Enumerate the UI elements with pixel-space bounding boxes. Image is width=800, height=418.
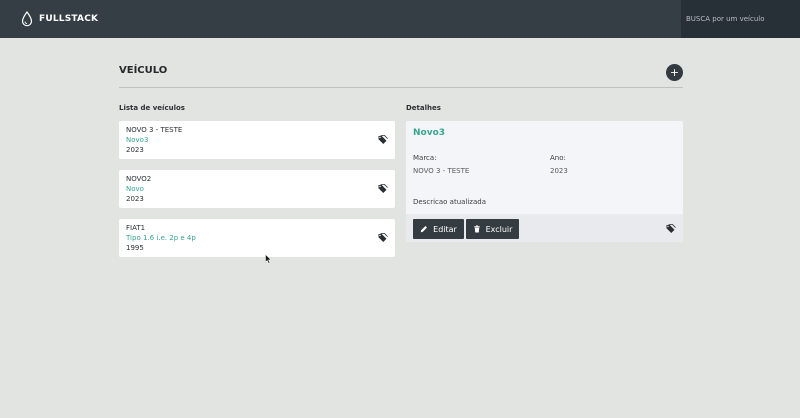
vehicle-title: NOVO 3 - TESTE — [126, 126, 183, 134]
top-navbar: FULLSTACK — [0, 0, 800, 38]
vehicle-year: 1995 — [126, 244, 144, 252]
tag-icon[interactable] — [666, 224, 676, 234]
delete-button-label: Excluir — [485, 224, 513, 234]
vehicle-model: Novo3 — [126, 136, 149, 144]
vehicle-list-item[interactable]: FIAT1 Tipo 1.6 i.e. 2p e 4p 1995 — [119, 219, 395, 257]
details-title: Novo3 — [413, 128, 446, 138]
vehicle-model: Novo — [126, 185, 144, 193]
header-divider — [119, 87, 683, 88]
search-box — [681, 0, 800, 38]
brand[interactable]: FULLSTACK — [21, 11, 98, 27]
pencil-icon — [420, 225, 428, 233]
edit-button-label: Editar — [433, 224, 457, 234]
delete-button[interactable]: Excluir — [466, 219, 519, 239]
vehicle-list-item[interactable]: NOVO 3 - TESTE Novo3 2023 — [119, 121, 395, 159]
vehicle-list-label: Lista de veículos — [119, 104, 185, 112]
trash-icon — [473, 225, 480, 233]
vehicle-year: 2023 — [126, 146, 144, 154]
vehicle-title: FIAT1 — [126, 224, 146, 232]
tag-icon[interactable] — [378, 135, 388, 145]
details-label: Detalhes — [406, 104, 441, 112]
brand-name: FULLSTACK — [39, 14, 99, 24]
details-description: Descricao atualizada — [413, 198, 487, 206]
edit-button[interactable]: Editar — [413, 219, 464, 239]
tag-icon[interactable] — [378, 233, 388, 243]
details-actions: Editar Excluir — [406, 214, 683, 242]
brand-value: NOVO 3 - TESTE — [413, 167, 470, 175]
page-title: VEÍCULO — [119, 65, 168, 76]
search-input[interactable] — [681, 0, 800, 38]
mouse-cursor-icon — [265, 254, 272, 264]
vehicle-list-item[interactable]: NOVO2 Novo 2023 — [119, 170, 395, 208]
vehicle-details-card: Novo3 Marca: NOVO 3 - TESTE Ano: 2023 De… — [406, 121, 683, 242]
year-label: Ano: — [550, 154, 566, 162]
brand-label: Marca: — [413, 154, 437, 162]
tag-icon[interactable] — [378, 184, 388, 194]
plus-icon: + — [669, 66, 680, 79]
year-value: 2023 — [550, 167, 568, 175]
vehicle-model: Tipo 1.6 i.e. 2p e 4p — [126, 234, 196, 242]
vehicle-year: 2023 — [126, 195, 144, 203]
drop-logo-icon — [21, 11, 33, 27]
vehicle-title: NOVO2 — [126, 175, 152, 183]
add-vehicle-button[interactable]: + — [666, 64, 683, 81]
